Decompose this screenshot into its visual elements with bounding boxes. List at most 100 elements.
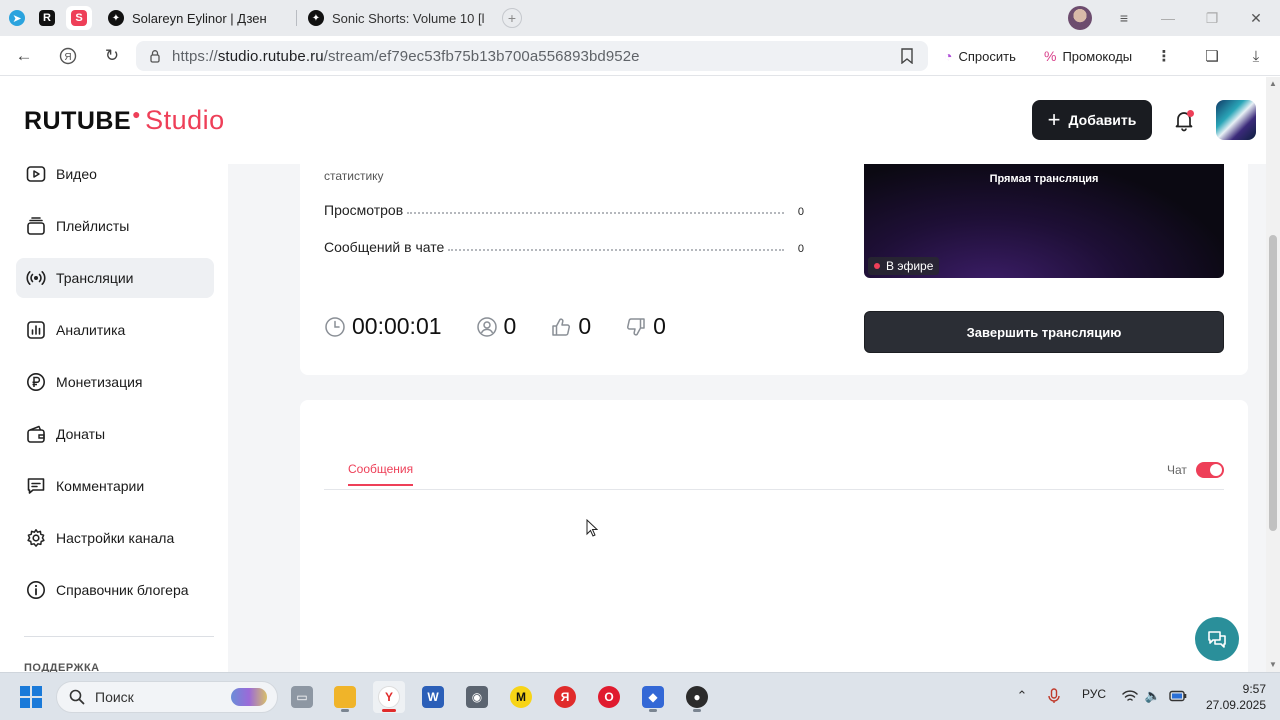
likes-value: 0 [578, 313, 592, 339]
address-bar-row: ← Я ↻ https://studio.rutube.ru/stream/ef… [0, 36, 1280, 76]
battery-icon[interactable] [1169, 687, 1187, 705]
more-vertical-icon[interactable]: ⋮ [1154, 46, 1174, 66]
add-button[interactable]: + Добавить [1032, 100, 1152, 140]
new-tab-button[interactable]: + [502, 8, 522, 28]
sidebar-item-channel-settings[interactable]: Настройки канала [16, 518, 214, 558]
info-icon [26, 580, 46, 600]
taskbar-camera[interactable]: ◉ [461, 681, 493, 713]
stream-preview-player[interactable]: Прямая трансляция В эфире [864, 164, 1224, 278]
scroll-thumb[interactable] [1269, 235, 1277, 531]
language-indicator[interactable]: РУС [1082, 687, 1106, 701]
tab-dzen[interactable]: ✦ Solareyn Eylinor | Дзен [100, 4, 290, 32]
live-badge: В эфире [868, 257, 940, 275]
menu-lines-icon[interactable]: ≡ [1114, 8, 1134, 28]
dislikes-counter: 0 [625, 313, 666, 340]
logo-dot: ● [132, 106, 142, 122]
pinned-tab-telegram[interactable]: ➤ [4, 6, 30, 30]
url-host: studio.rutube.ru [217, 47, 324, 65]
collections-icon[interactable]: ❏ [1202, 46, 1222, 66]
yandex-browser-icon: Y [378, 686, 400, 708]
logo-sub: Studio [145, 105, 225, 135]
task-view-icon: ▭ [291, 686, 313, 708]
bookmark-icon[interactable] [900, 48, 916, 65]
market-icon: M [510, 686, 532, 708]
stat-value: 0 [797, 206, 804, 218]
sidebar-item-analytics[interactable]: Аналитика [16, 310, 214, 350]
word-icon: W [422, 686, 444, 708]
sidebar-item-donations[interactable]: Донаты [16, 414, 214, 454]
tab-messages-label: Сообщения [348, 462, 414, 476]
user-avatar[interactable] [1216, 100, 1256, 140]
timer-counter: 00:00:01 [324, 313, 442, 340]
windows-start-icon[interactable] [20, 686, 42, 708]
restore-icon[interactable]: ❐ [1202, 8, 1222, 28]
taskbar-file-explorer[interactable] [329, 681, 361, 713]
yandex-shield-icon[interactable]: Я [56, 44, 80, 68]
plus-icon: + [1047, 107, 1061, 132]
taskbar-yandex[interactable]: Я [549, 681, 581, 713]
chevron-up-icon[interactable]: ⌃ [1013, 687, 1031, 705]
search-highlight-art [231, 688, 267, 706]
promo-button[interactable]: % Промокоды [1044, 44, 1132, 68]
site-settings-icon[interactable] [148, 49, 162, 63]
microphone-icon[interactable] [1045, 687, 1063, 705]
url-field[interactable]: https://studio.rutube.ru/stream/ef79ec53… [136, 41, 928, 71]
pinned-tab-studio[interactable]: S [66, 6, 92, 30]
browser-profile-avatar[interactable] [1068, 6, 1092, 30]
close-icon[interactable]: ✕ [1246, 8, 1266, 28]
chart-icon [26, 320, 46, 340]
rutube-studio-logo[interactable]: RUTUBE ● Studio [24, 105, 225, 136]
search-icon [69, 689, 85, 705]
chat-toggle-label: Чат [1167, 463, 1187, 477]
notification-dot [1187, 110, 1194, 117]
url-text: https://studio.rutube.ru/stream/ef79ec53… [172, 48, 640, 65]
end-stream-button[interactable]: Завершить трансляцию [864, 311, 1224, 353]
ask-button[interactable]: ◔ Спросить [944, 44, 1016, 68]
download-icon[interactable]: ⤓ [1246, 46, 1266, 66]
sidebar-item-broadcasts[interactable]: Трансляции [16, 258, 214, 298]
support-chat-button[interactable] [1195, 617, 1239, 661]
clock-icon [324, 316, 346, 338]
chat-toggle[interactable] [1196, 462, 1224, 478]
tab-title: Solareyn Eylinor | Дзен [132, 10, 267, 26]
roblox-studio-icon: ◆ [642, 686, 664, 708]
page-scrollbar[interactable]: ▲ ▼ [1266, 77, 1280, 672]
taskbar-yandex-browser[interactable]: Y [373, 681, 405, 713]
taskbar-word[interactable]: W [417, 681, 449, 713]
taskbar-opera[interactable]: O [593, 681, 625, 713]
system-clock[interactable]: 9:57 27.09.2025 [1196, 681, 1266, 713]
stat-dots [407, 212, 784, 214]
pinned-tab-rutube[interactable]: R [34, 6, 60, 30]
yandex-icon: Я [554, 686, 576, 708]
sidebar-item-monetization[interactable]: Монетизация [16, 362, 214, 402]
taskbar-search[interactable]: Поиск [56, 681, 278, 713]
taskbar-task-view[interactable]: ▭ [286, 681, 318, 713]
likes-counter: 0 [550, 313, 591, 340]
viewers-counter: 0 [476, 313, 516, 340]
minimize-icon[interactable]: — [1158, 8, 1178, 28]
sidebar-item-playlists[interactable]: Плейлисты [16, 206, 214, 246]
wifi-icon[interactable] [1121, 687, 1139, 705]
stat-label: Просмотров [324, 202, 404, 218]
back-arrow-icon[interactable]: ← [12, 44, 36, 68]
scroll-up-arrow[interactable]: ▲ [1269, 80, 1277, 88]
tab-title: Sonic Shorts: Volume 10 [l [332, 10, 485, 26]
dzen-icon: ✦ [108, 10, 124, 26]
scroll-down-arrow[interactable]: ▼ [1269, 661, 1277, 669]
taskbar-obs[interactable]: ● [681, 681, 713, 713]
sidebar-item-blogger-guide[interactable]: Справочник блогера [16, 570, 214, 610]
taskbar-yandex-market[interactable]: M [505, 681, 537, 713]
reload-icon[interactable]: ↻ [100, 44, 124, 68]
tab-sonic-shorts[interactable]: ✦ Sonic Shorts: Volume 10 [l [300, 4, 490, 32]
taskbar-roblox-studio[interactable]: ◆ [637, 681, 669, 713]
sidebar-item-label: Плейлисты [56, 218, 130, 234]
toggle-knob [1210, 464, 1222, 476]
telegram-icon: ➤ [9, 10, 25, 26]
mouse-cursor [586, 519, 598, 537]
sidebar: Видео Плейлисты Трансляции Аналитика Мон… [0, 164, 228, 672]
sidebar-item-comments[interactable]: Комментарии [16, 466, 214, 506]
tab-messages[interactable]: Сообщения [348, 462, 414, 486]
wallet-icon [26, 424, 46, 444]
clock-time: 9:57 [1242, 682, 1266, 696]
speaker-icon[interactable]: 🔈 [1144, 687, 1162, 705]
